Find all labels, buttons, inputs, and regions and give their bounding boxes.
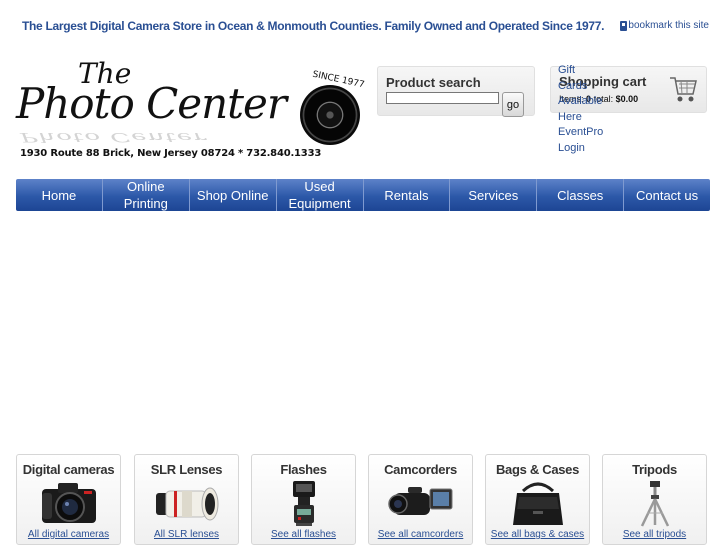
side-link-eventpro[interactable]: EventPro <box>558 125 618 141</box>
category-title: Flashes <box>280 462 327 477</box>
store-address: 1930 Route 88 Brick, New Jersey 08724 * … <box>20 148 322 159</box>
side-link-available[interactable]: Available <box>558 94 618 110</box>
photo-center-logo[interactable]: The Photo Center Photo Center SINCE 1977… <box>16 55 366 163</box>
nav-home[interactable]: Home <box>16 179 103 211</box>
category-flashes[interactable]: Flashes See all flashes <box>251 454 356 545</box>
bookmark-label: bookmark this site <box>628 20 709 31</box>
category-title: Bags & Cases <box>495 462 580 477</box>
category-bags-cases[interactable]: Bags & Cases See all bags & cases <box>485 454 590 545</box>
camera-lens-icon <box>300 85 360 145</box>
logo-main-text: Photo Center <box>16 79 287 128</box>
camera-flash-icon <box>292 481 315 526</box>
side-link-here[interactable]: Here <box>558 110 618 126</box>
search-input[interactable] <box>386 92 499 104</box>
category-digital-cameras[interactable]: Digital cameras All digital cameras <box>16 454 121 545</box>
cart-total-value: $0.00 <box>615 94 639 104</box>
category-title: Camcorders <box>384 462 457 477</box>
product-categories: Digital cameras All digital cameras SLR … <box>16 454 710 545</box>
logo-reflection: Photo Center <box>20 129 207 145</box>
category-link[interactable]: See all camcorders <box>369 529 472 540</box>
tripod-icon <box>640 481 669 527</box>
telephoto-lens-icon <box>155 487 218 521</box>
nav-rentals[interactable]: Rentals <box>364 179 451 211</box>
side-link-cards[interactable]: Cards <box>558 79 618 95</box>
category-tripods[interactable]: Tripods See all tripods <box>602 454 707 545</box>
nav-shop-online[interactable]: Shop Online <box>190 179 277 211</box>
category-link[interactable]: All digital cameras <box>17 529 120 540</box>
nav-online-printing[interactable]: Online Printing <box>103 179 190 211</box>
main-nav-bar: Home Online Printing Shop Online Used Eq… <box>16 179 710 211</box>
category-camcorders[interactable]: Camcorders See all camcorders <box>368 454 473 545</box>
product-search-box: Product search go <box>377 66 535 117</box>
nav-used-equipment[interactable]: Used Equipment <box>277 179 364 211</box>
bookmark-link[interactable]: bookmark this site <box>620 20 709 31</box>
dslr-camera-icon <box>41 483 96 523</box>
product-search-title: Product search <box>386 75 481 90</box>
side-link-login[interactable]: Login <box>558 141 618 157</box>
category-link[interactable]: See all flashes <box>252 529 355 540</box>
side-links: Gift Cards Available Here EventPro Login <box>558 63 618 156</box>
category-title: Tripods <box>632 462 677 477</box>
camera-bag-icon <box>512 482 563 525</box>
shopping-cart-icon <box>670 77 697 102</box>
nav-contact-us[interactable]: Contact us <box>624 179 710 211</box>
store-tagline: The Largest Digital Camera Store in Ocea… <box>22 19 605 33</box>
nav-classes[interactable]: Classes <box>537 179 625 211</box>
bookmark-icon <box>620 20 628 31</box>
nav-services[interactable]: Services <box>450 179 538 211</box>
category-link[interactable]: All SLR lenses <box>135 529 238 540</box>
category-link[interactable]: See all tripods <box>603 529 706 540</box>
category-slr-lenses[interactable]: SLR Lenses All SLR lenses <box>134 454 239 545</box>
category-title: SLR Lenses <box>150 462 223 477</box>
side-link-gift[interactable]: Gift <box>558 63 618 79</box>
category-link[interactable]: See all bags & cases <box>486 529 589 540</box>
search-go-button[interactable]: go <box>502 92 524 117</box>
camcorder-icon <box>387 487 452 515</box>
category-title: Digital cameras <box>22 462 115 477</box>
